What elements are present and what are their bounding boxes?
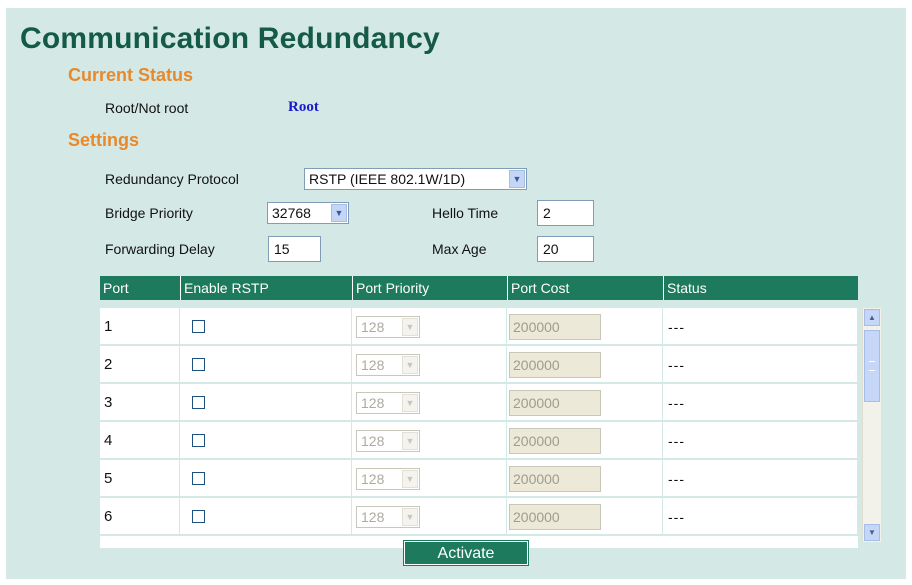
port-number: 3 — [100, 384, 180, 422]
max-age-input[interactable]: 20 — [537, 236, 594, 262]
enable-rstp-cell — [180, 346, 352, 384]
port-priority-cell: 128 ▼ — [352, 346, 507, 384]
port-cost-cell: 200000 — [507, 498, 663, 536]
enable-rstp-cell — [180, 460, 352, 498]
scrollbar-thumb[interactable] — [864, 330, 880, 402]
table-row: 2 128 ▼ 200000 --- — [100, 346, 858, 384]
port-status: --- — [663, 308, 858, 346]
port-priority-value: 128 — [361, 471, 385, 487]
bridge-priority-select[interactable]: 32768 ▼ — [267, 202, 349, 224]
enable-rstp-cell — [180, 422, 352, 460]
port-number: 2 — [100, 346, 180, 384]
port-cost-cell: 200000 — [507, 422, 663, 460]
port-priority-value: 128 — [361, 433, 385, 449]
chevron-down-icon: ▼ — [402, 508, 418, 526]
bridge-priority-value: 32768 — [272, 205, 311, 221]
port-cost-input: 200000 — [509, 504, 601, 530]
hello-time-label: Hello Time — [432, 205, 499, 221]
content-panel: Communication Redundancy Current Status … — [6, 8, 906, 579]
port-cost-input: 200000 — [509, 314, 601, 340]
enable-rstp-cell — [180, 498, 352, 536]
port-status: --- — [663, 422, 858, 460]
enable-rstp-cell — [180, 308, 352, 346]
redundancy-protocol-label: Redundancy Protocol — [105, 171, 239, 187]
chevron-down-icon[interactable]: ▼ — [509, 170, 525, 188]
forwarding-delay-input[interactable]: 15 — [268, 236, 321, 262]
table-row: 3 128 ▼ 200000 --- — [100, 384, 858, 422]
port-priority-select: 128 ▼ — [356, 468, 420, 490]
enable-rstp-checkbox[interactable] — [192, 472, 205, 485]
port-priority-select: 128 ▼ — [356, 430, 420, 452]
port-priority-select: 128 ▼ — [356, 392, 420, 414]
port-cost-input: 200000 — [509, 390, 601, 416]
port-status: --- — [663, 384, 858, 422]
port-priority-select: 128 ▼ — [356, 316, 420, 338]
port-table-header: Port Enable RSTP Port Priority Port Cost… — [100, 276, 858, 300]
port-status: --- — [663, 346, 858, 384]
port-priority-cell: 128 ▼ — [352, 422, 507, 460]
column-header-status: Status — [663, 276, 858, 300]
port-priority-cell: 128 ▼ — [352, 460, 507, 498]
root-status-label: Root/Not root — [105, 100, 189, 116]
port-priority-value: 128 — [361, 509, 385, 525]
port-number: 6 — [100, 498, 180, 536]
port-priority-select: 128 ▼ — [356, 354, 420, 376]
forwarding-delay-label: Forwarding Delay — [105, 241, 215, 257]
column-header-port: Port — [103, 280, 129, 296]
enable-rstp-checkbox[interactable] — [192, 510, 205, 523]
port-status: --- — [663, 498, 858, 536]
scroll-down-arrow-icon[interactable]: ▼ — [864, 524, 880, 541]
chevron-down-icon: ▼ — [402, 356, 418, 374]
table-row: 5 128 ▼ 200000 --- — [100, 460, 858, 498]
port-priority-value: 128 — [361, 319, 385, 335]
redundancy-protocol-select[interactable]: RSTP (IEEE 802.1W/1D) ▼ — [304, 168, 527, 190]
chevron-down-icon: ▼ — [402, 318, 418, 336]
enable-rstp-checkbox[interactable] — [192, 358, 205, 371]
port-cost-cell: 200000 — [507, 346, 663, 384]
port-cost-cell: 200000 — [507, 308, 663, 346]
port-number: 4 — [100, 422, 180, 460]
port-priority-cell: 128 ▼ — [352, 498, 507, 536]
root-status-value: Root — [288, 99, 319, 115]
enable-rstp-cell — [180, 384, 352, 422]
chevron-down-icon: ▼ — [402, 470, 418, 488]
max-age-label: Max Age — [432, 241, 487, 257]
chevron-down-icon[interactable]: ▼ — [331, 204, 347, 222]
port-priority-select: 128 ▼ — [356, 506, 420, 528]
port-cost-input: 200000 — [509, 352, 601, 378]
table-row: 1 128 ▼ 200000 --- — [100, 308, 858, 346]
table-row: 4 128 ▼ 200000 --- — [100, 422, 858, 460]
port-status: --- — [663, 460, 858, 498]
port-table: 1 128 ▼ 200000 --- 2 128 ▼ 200000 --- 3 12… — [100, 308, 858, 548]
port-number: 5 — [100, 460, 180, 498]
enable-rstp-checkbox[interactable] — [192, 320, 205, 333]
table-scrollbar[interactable]: ▲ ▼ — [862, 308, 881, 542]
port-priority-value: 128 — [361, 357, 385, 373]
chevron-down-icon: ▼ — [402, 432, 418, 450]
port-cost-input: 200000 — [509, 428, 601, 454]
port-priority-cell: 128 ▼ — [352, 308, 507, 346]
port-cost-cell: 200000 — [507, 384, 663, 422]
settings-heading: Settings — [68, 130, 140, 150]
bridge-priority-label: Bridge Priority — [105, 205, 193, 221]
redundancy-protocol-value: RSTP (IEEE 802.1W/1D) — [309, 171, 466, 187]
port-number: 1 — [100, 308, 180, 346]
current-status-heading: Current Status — [68, 65, 194, 85]
column-header-enable-rstp: Enable RSTP — [180, 276, 352, 300]
chevron-down-icon: ▼ — [402, 394, 418, 412]
port-cost-cell: 200000 — [507, 460, 663, 498]
enable-rstp-checkbox[interactable] — [192, 396, 205, 409]
hello-time-input[interactable]: 2 — [537, 200, 594, 226]
scroll-up-arrow-icon[interactable]: ▲ — [864, 309, 880, 326]
page-title: Communication Redundancy — [20, 22, 440, 55]
port-cost-input: 200000 — [509, 466, 601, 492]
table-row: 6 128 ▼ 200000 --- — [100, 498, 858, 536]
activate-button[interactable]: Activate — [403, 540, 529, 566]
column-header-port-cost: Port Cost — [507, 276, 663, 300]
column-header-port-priority: Port Priority — [352, 276, 507, 300]
port-priority-cell: 128 ▼ — [352, 384, 507, 422]
port-priority-value: 128 — [361, 395, 385, 411]
grip-icon — [869, 361, 875, 371]
enable-rstp-checkbox[interactable] — [192, 434, 205, 447]
